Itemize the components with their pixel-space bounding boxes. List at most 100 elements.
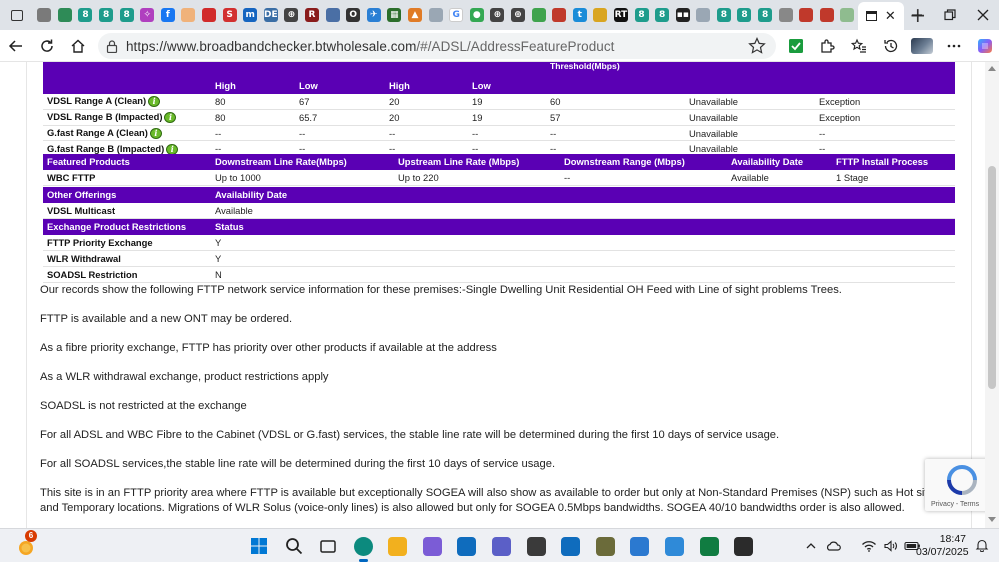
scrollbar-thumb[interactable] <box>988 166 996 389</box>
taskbar: 6 18:47 03/07/2025 <box>0 528 999 562</box>
restore-button[interactable] <box>933 0 966 30</box>
file-explorer-app[interactable] <box>380 529 415 562</box>
outlook-new-app[interactable] <box>450 529 485 562</box>
recaptcha-terms[interactable]: Privacy - Terms <box>931 501 979 508</box>
info-icon[interactable]: i <box>149 128 162 140</box>
browser-tab[interactable] <box>837 4 858 26</box>
info-icon[interactable]: i <box>164 112 177 124</box>
terminal-app[interactable] <box>726 529 761 562</box>
active-tab[interactable]: ✕ <box>857 2 904 30</box>
browser-tab[interactable] <box>775 4 796 26</box>
notification-bell-icon[interactable] <box>975 538 989 552</box>
table-row: WLR Withdrawal Y <box>43 250 955 267</box>
outlook-app[interactable] <box>553 529 588 562</box>
teams-app[interactable] <box>484 529 519 562</box>
browser-tab[interactable]: 8 <box>652 4 673 26</box>
browser-tab[interactable]: O <box>343 4 364 26</box>
close-tab-icon[interactable]: ✕ <box>885 9 896 24</box>
start-button[interactable] <box>242 529 277 562</box>
browser-tab[interactable]: ▲ <box>405 4 426 26</box>
onedrive-button[interactable] <box>822 529 844 562</box>
info-icon[interactable]: i <box>148 96 161 108</box>
restrictions-table: Exchange Product Restrictions Status FTTP… <box>43 219 955 283</box>
browser-tab[interactable] <box>590 4 611 26</box>
search-button[interactable] <box>277 529 312 562</box>
browser-tab[interactable]: f <box>158 4 179 26</box>
browser-tab[interactable]: 8 <box>96 4 117 26</box>
browser-tab[interactable]: 8 <box>631 4 652 26</box>
browser-tab[interactable]: 8 <box>75 4 96 26</box>
browser-tab[interactable] <box>34 4 55 26</box>
refresh-button[interactable] <box>31 31 62 61</box>
tab-actions-button[interactable] <box>0 0 34 30</box>
browser-tab[interactable]: m <box>240 4 261 26</box>
browser-tab[interactable]: ⊕ <box>281 4 302 26</box>
notification-count-badge: 6 <box>25 530 37 542</box>
wifi-button[interactable] <box>858 529 880 562</box>
bird-icon <box>325 8 340 22</box>
browser-tab[interactable]: RT <box>611 4 632 26</box>
browser-tab[interactable] <box>425 4 446 26</box>
favorite-star-icon[interactable] <box>748 37 766 55</box>
browser-tab[interactable]: 8 <box>734 4 755 26</box>
outlook-new-app-icon <box>457 536 477 556</box>
browser-tab[interactable] <box>817 4 838 26</box>
extensions-button[interactable] <box>812 31 844 61</box>
browser-tab[interactable]: R <box>302 4 323 26</box>
browser-tab[interactable]: S <box>219 4 240 26</box>
column-header: Status <box>211 219 955 235</box>
browser-tab[interactable]: ⊕ <box>487 4 508 26</box>
copilot-button[interactable] <box>970 31 999 61</box>
copilot-app[interactable] <box>415 529 450 562</box>
settings-more-button[interactable] <box>938 31 970 61</box>
close-window-button[interactable] <box>966 0 999 30</box>
tray-overflow-button[interactable] <box>800 529 822 562</box>
minimize-button[interactable] <box>900 0 933 30</box>
browser-tab[interactable]: ✈ <box>364 4 385 26</box>
browser-tab[interactable]: 8 <box>714 4 735 26</box>
browser-tab[interactable] <box>549 4 570 26</box>
store-app[interactable] <box>623 529 658 562</box>
clock[interactable]: 18:47 03/07/2025 <box>916 533 969 559</box>
browser-tab[interactable] <box>796 4 817 26</box>
scroll-up-icon[interactable] <box>988 66 996 71</box>
table-row: VDSL Range B (Impacted) i 80 65.7 20 19 57 Unav… <box>43 109 956 126</box>
browser-tab[interactable]: ✧ <box>137 4 158 26</box>
browser-tab[interactable]: ▪▪ <box>672 4 693 26</box>
table-cell: N <box>211 266 955 283</box>
browser-tab[interactable]: ⊕ <box>508 4 529 26</box>
table-cell: -- <box>546 125 685 142</box>
browser-tab[interactable]: ● <box>466 4 487 26</box>
excel-app[interactable] <box>692 529 727 562</box>
browser-tab[interactable]: DE <box>261 4 282 26</box>
browser-tab[interactable] <box>322 4 343 26</box>
browser-tab[interactable]: G <box>446 4 467 26</box>
task-view-button[interactable] <box>311 529 346 562</box>
url-text[interactable]: https://www.broadbandchecker.btwholesale… <box>126 39 614 54</box>
profile-button[interactable] <box>906 31 938 61</box>
browser-tab[interactable]: ▦ <box>384 4 405 26</box>
volume-button[interactable] <box>880 529 902 562</box>
history-button[interactable] <box>875 31 907 61</box>
back-button[interactable] <box>0 31 31 61</box>
photos-app[interactable] <box>657 529 692 562</box>
browser-tab[interactable] <box>528 4 549 26</box>
browser-tab[interactable] <box>55 4 76 26</box>
browser-tab[interactable] <box>178 4 199 26</box>
table-cell: 1 Stage <box>832 169 955 187</box>
browser-tab[interactable] <box>693 4 714 26</box>
browser-tab[interactable]: t <box>569 4 590 26</box>
extension-check-button[interactable] <box>780 31 812 61</box>
browser-tab[interactable]: 8 <box>116 4 137 26</box>
scroll-down-icon[interactable] <box>988 517 996 522</box>
edge-app[interactable] <box>346 529 381 562</box>
paw-app[interactable] <box>519 529 554 562</box>
home-button[interactable] <box>62 31 93 61</box>
browser-tab[interactable]: 8 <box>755 4 776 26</box>
address-bar[interactable]: https://www.broadbandchecker.btwholesale… <box>98 33 776 59</box>
s-app[interactable] <box>588 529 623 562</box>
threshold-header-row: Threshold(Mbps) <box>43 62 956 78</box>
browser-tab[interactable] <box>199 4 220 26</box>
favorites-button[interactable] <box>843 31 875 61</box>
vertical-scrollbar[interactable] <box>985 62 999 528</box>
